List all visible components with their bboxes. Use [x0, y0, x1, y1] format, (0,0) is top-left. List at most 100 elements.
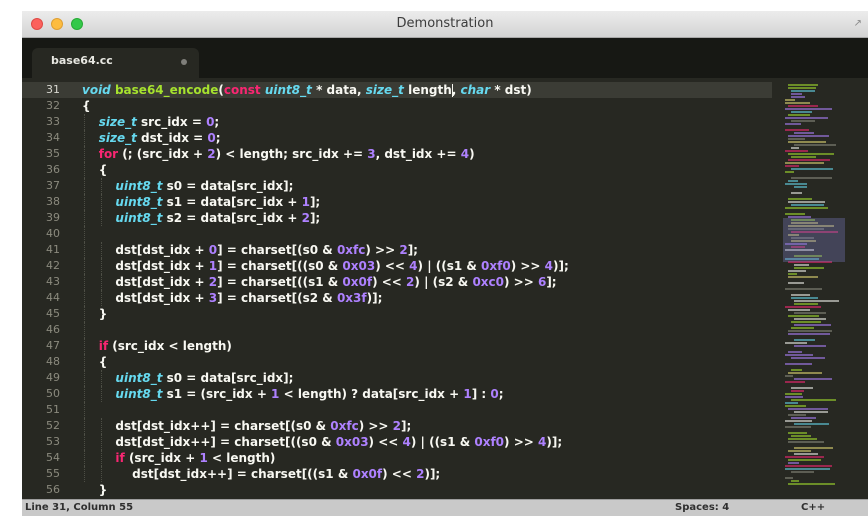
code-editor[interactable]: void base64_encode(const uint8_t * data,… — [82, 82, 782, 498]
minimap-line — [791, 399, 836, 401]
tab-base64-cc[interactable]: base64.cc — [32, 48, 199, 78]
indentation-selector[interactable]: Spaces: 4 — [675, 502, 729, 513]
minimap-line — [785, 477, 793, 479]
code-token: ]; — [309, 211, 321, 225]
minimap-line — [791, 294, 810, 296]
code-token: 0xf0 — [481, 259, 511, 273]
code-token: ]; — [546, 275, 557, 289]
indent-guide — [84, 258, 85, 274]
tab-close-dot-icon[interactable] — [181, 59, 187, 65]
minimap-line — [785, 150, 808, 152]
minimap-line — [791, 297, 818, 299]
minimap-line — [785, 108, 832, 110]
minimap-line — [785, 381, 805, 383]
code-token: , dst_idx += — [375, 147, 461, 161]
code-line — [82, 226, 782, 242]
code-token: ) | ((s1 & — [417, 259, 482, 273]
code-token: 2 — [301, 211, 310, 225]
indent-guide — [100, 418, 102, 434]
indent-guide — [84, 226, 85, 242]
minimap[interactable] — [779, 78, 868, 499]
minimap-line — [788, 309, 810, 311]
code-token: * data, — [311, 83, 366, 97]
indent-guide — [84, 450, 85, 466]
code-token: 2 — [399, 243, 408, 257]
code-line: uint8_t s0 = data[src_idx]; — [82, 370, 782, 386]
code-token: s1 = data[src_idx + — [162, 195, 302, 209]
code-token: * dst) — [490, 83, 532, 97]
line-number: 47 — [46, 339, 60, 352]
code-token: ] = charset[((s0 & — [217, 259, 343, 273]
minimap-line — [791, 357, 825, 359]
line-number: 35 — [46, 147, 60, 160]
code-token: 0 — [490, 387, 499, 401]
code-token: 3 — [367, 147, 376, 161]
line-number: 37 — [46, 179, 60, 192]
code-token: size_t — [98, 115, 137, 129]
code-token: 2 — [392, 419, 402, 433]
minimap-line — [788, 333, 830, 335]
minimap-line — [785, 207, 828, 209]
minimap-line — [794, 411, 828, 413]
line-number: 31 — [46, 83, 60, 96]
minimap-line — [785, 456, 824, 458]
minimap-line — [791, 204, 824, 206]
minimap-line — [794, 267, 824, 269]
minimap-viewport[interactable] — [783, 218, 845, 262]
indent-guide — [84, 210, 85, 226]
code-token: 3 — [208, 291, 218, 305]
indent-guide — [84, 242, 85, 258]
code-token: ) << — [372, 275, 407, 289]
line-number: 43 — [46, 275, 60, 288]
code-token: ; — [215, 131, 221, 145]
minimap-line — [791, 93, 802, 95]
code-token: { — [82, 99, 91, 113]
indent-guide — [84, 162, 85, 178]
code-token: s1 = (src_idx + — [162, 387, 272, 401]
minimap-line — [788, 450, 811, 452]
indent-guide — [100, 210, 102, 226]
code-token: uint8_t — [115, 387, 163, 401]
line-number: 55 — [46, 467, 60, 480]
code-token: ; — [498, 387, 504, 401]
line-number: 48 — [46, 355, 60, 368]
code-line: for (; (src_idx + 2) < length; src_idx +… — [82, 146, 782, 162]
minimap-line — [788, 114, 810, 116]
code-token: )]; — [424, 467, 441, 481]
indent-guide — [100, 194, 102, 210]
code-token: dst[dst_idx++] = charset[(s0 & — [82, 419, 331, 433]
line-number: 45 — [46, 307, 60, 320]
code-token: ) >> — [504, 275, 538, 289]
code-line: uint8_t s1 = data[src_idx + 1]; — [82, 194, 782, 210]
line-number: 40 — [46, 227, 60, 240]
minimap-line — [788, 372, 822, 374]
minimap-line — [794, 303, 818, 305]
indent-guide — [100, 290, 102, 306]
code-token: char — [460, 83, 491, 97]
minimap-line — [788, 459, 821, 461]
code-token: } — [82, 307, 108, 321]
fullscreen-icon[interactable]: ↗ — [854, 18, 862, 29]
minimap-line — [785, 393, 802, 395]
minimap-line — [791, 168, 833, 170]
minimap-line — [794, 378, 832, 380]
indent-guide — [100, 370, 102, 386]
code-token: size_t — [98, 131, 137, 145]
code-line: size_t src_idx = 0; — [82, 114, 782, 130]
minimap-line — [791, 120, 815, 122]
window-title: Demonstration — [396, 16, 494, 31]
minimap-line — [794, 132, 814, 134]
minimap-line — [794, 339, 815, 341]
minimap-line — [785, 117, 828, 119]
indent-guide — [84, 386, 85, 402]
syntax-selector[interactable]: C++ — [801, 502, 825, 513]
line-number-gutter: 31 32 33 34 35 36 37 38 39 40 41 42 43 44 45 46 47 48 49 50… — [22, 82, 66, 498]
minimap-line — [785, 402, 798, 404]
minimap-line — [785, 165, 799, 167]
line-number: 39 — [46, 211, 60, 224]
line-number: 34 — [46, 131, 60, 144]
code-token: ) | ((s1 & — [410, 435, 475, 449]
